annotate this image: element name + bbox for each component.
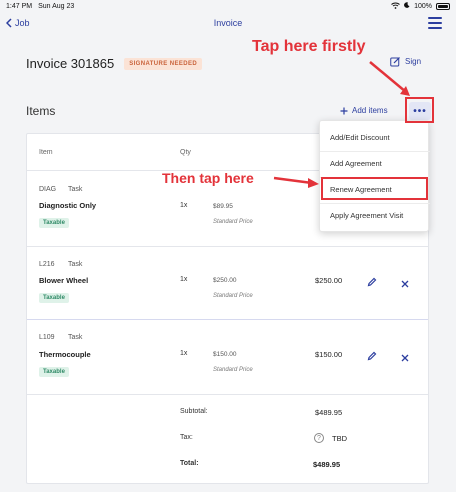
back-button[interactable]: Job <box>6 18 30 28</box>
menu-item-add-agreement[interactable]: Add Agreement <box>330 159 382 168</box>
menu-divider <box>320 151 430 152</box>
annotation-highlight-box <box>405 97 434 123</box>
column-header-item: Item <box>39 149 53 156</box>
status-time: 1:47 PM <box>6 2 33 10</box>
row-total: $150.00 <box>315 350 343 359</box>
row-price-label: Standard Price <box>213 293 253 299</box>
more-options-menu: Add/Edit Discount Add Agreement Renew Ag… <box>319 120 430 232</box>
row-price-label: Standard Price <box>213 367 253 373</box>
nav-title: Invoice <box>213 18 243 28</box>
row-code: DIAG <box>39 186 57 193</box>
menu-item-add-edit-discount[interactable]: Add/Edit Discount <box>330 133 390 142</box>
row-type: Task <box>68 334 83 341</box>
battery-percent: 100% <box>414 2 432 10</box>
row-qty: 1x <box>180 276 188 283</box>
row-price: $250.00 <box>213 277 237 284</box>
row-price: $89.95 <box>213 203 233 210</box>
back-label: Job <box>15 18 30 28</box>
annotation-then-tap: Then tap here <box>162 170 254 186</box>
row-divider <box>27 246 428 247</box>
row-price-label: Standard Price <box>213 219 253 225</box>
annotation-arrow-icon <box>369 61 410 96</box>
row-name: Blower Wheel <box>39 276 89 285</box>
items-heading: Items <box>26 104 56 118</box>
nav-bar: Job Invoice <box>0 12 456 34</box>
row-type: Task <box>68 261 83 268</box>
menu-divider <box>320 203 430 204</box>
taxable-badge: Taxable <box>39 218 69 228</box>
chevron-left-icon <box>6 18 12 28</box>
total-label: Total: <box>180 460 199 467</box>
edit-pencil-icon[interactable] <box>367 274 377 292</box>
row-qty: 1x <box>180 350 188 357</box>
taxable-badge: Taxable <box>39 293 69 303</box>
row-name: Thermocouple <box>39 350 91 359</box>
add-items-label: Add items <box>352 106 388 115</box>
row-divider <box>27 319 428 320</box>
status-date: Sun Aug 23 <box>38 2 75 10</box>
menu-item-apply-agreement-visit[interactable]: Apply Agreement Visit <box>330 211 403 220</box>
menu-hamburger-icon[interactable] <box>428 17 442 32</box>
battery-icon <box>436 2 450 10</box>
delete-x-icon[interactable] <box>401 275 409 293</box>
subtotal-label: Subtotal: <box>180 408 208 415</box>
status-right: 100% <box>391 2 450 11</box>
invoice-title: Invoice 301865 <box>26 56 115 71</box>
row-code: L216 <box>39 261 55 268</box>
subtotal-value: $489.95 <box>315 408 343 417</box>
row-type: Task <box>68 186 83 193</box>
help-question-icon[interactable]: ? <box>314 433 324 443</box>
edit-pencil-icon[interactable] <box>367 348 377 366</box>
row-name: Diagnostic Only <box>39 201 97 210</box>
taxable-badge: Taxable <box>39 367 69 377</box>
total-value: $489.95 <box>313 460 341 469</box>
tax-label: Tax: <box>180 434 193 441</box>
row-qty: 1x <box>180 202 188 209</box>
row-price: $150.00 <box>213 351 237 358</box>
annotation-arrow-icon <box>273 176 319 188</box>
moon-icon <box>404 2 410 10</box>
status-bar: 1:47 PM Sun Aug 23 100% <box>0 0 456 12</box>
row-code: L109 <box>39 334 55 341</box>
row-divider <box>27 394 428 395</box>
delete-x-icon[interactable] <box>401 349 409 367</box>
signature-needed-badge: SIGNATURE NEEDED <box>124 57 203 70</box>
tax-value: TBD <box>332 434 347 443</box>
annotation-highlight-box <box>321 177 428 200</box>
annotation-tap-first: Tap here firstly <box>252 38 366 55</box>
invoice-header: Invoice 301865 SIGNATURE NEEDED <box>26 56 203 71</box>
add-items-button[interactable]: Add items <box>340 106 388 115</box>
row-total: $250.00 <box>315 276 343 285</box>
plus-icon <box>340 107 348 114</box>
column-header-qty: Qty <box>180 149 191 156</box>
wifi-icon <box>391 2 400 11</box>
